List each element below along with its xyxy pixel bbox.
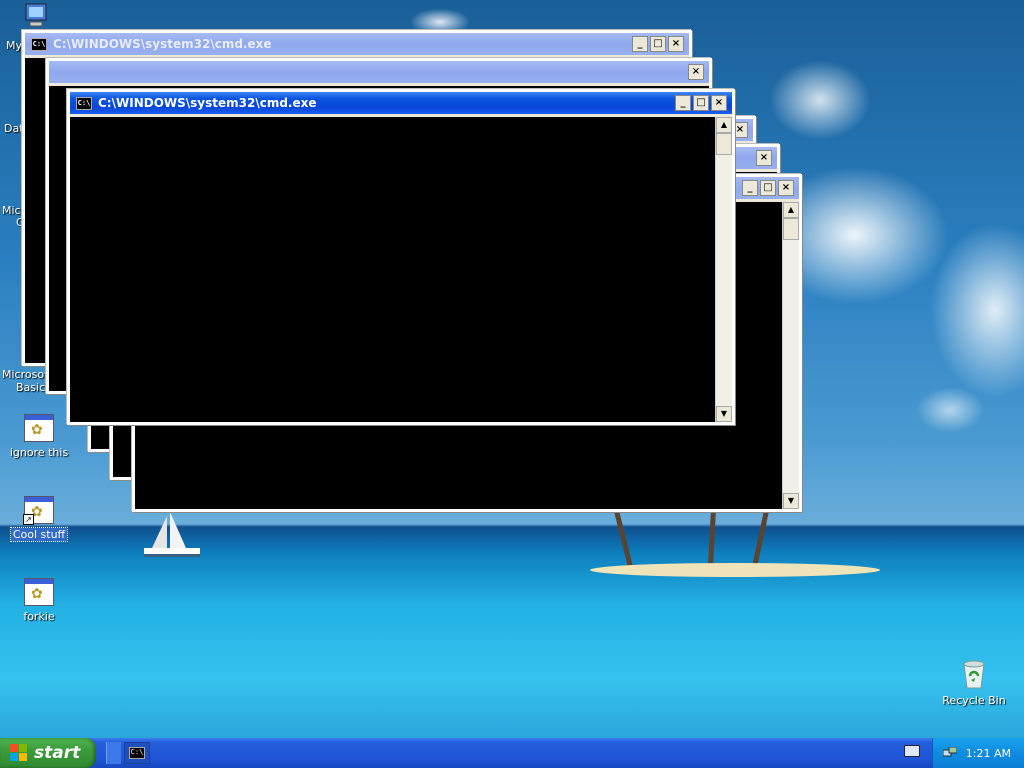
vertical-scrollbar[interactable]: ▲ ▼ — [782, 202, 799, 509]
computer-icon — [25, 3, 47, 27]
my-computer-icon[interactable] — [14, 2, 54, 33]
window-titlebar[interactable]: C:\ C:\WINDOWS\system32\cmd.exe _ □ × — [70, 92, 732, 114]
desktop-label-my: My — [6, 39, 23, 52]
minimize-button[interactable]: _ — [632, 36, 648, 52]
palm-tree — [708, 509, 716, 567]
close-button[interactable]: × — [688, 64, 704, 80]
scroll-thumb[interactable] — [783, 218, 799, 240]
clock[interactable]: 1:21 AM — [966, 747, 1011, 760]
recycle-bin-icon — [963, 660, 985, 689]
palm-tree — [752, 505, 770, 568]
palm-tree — [613, 506, 633, 568]
window-titlebar[interactable]: × — [49, 61, 709, 83]
maximize-button[interactable]: □ — [650, 36, 666, 52]
island — [590, 563, 880, 577]
program-icon: ✿ — [24, 414, 54, 442]
program-icon: ✿ — [24, 578, 54, 606]
vertical-scrollbar[interactable]: ▲ ▼ — [715, 117, 732, 422]
desktop-icon-label: Recycle Bin — [942, 694, 1006, 707]
minimize-button[interactable]: _ — [675, 95, 691, 111]
desktop-icon-forkie[interactable]: ✿ forkie — [1, 578, 77, 623]
program-shortcut-icon: ✿ ↗ — [23, 496, 54, 525]
window-title: C:\WINDOWS\system32\cmd.exe — [53, 37, 272, 51]
quick-launch-area[interactable] — [106, 742, 121, 764]
close-button[interactable]: × — [778, 180, 794, 196]
scroll-thumb[interactable] — [716, 133, 732, 155]
minimize-button[interactable]: _ — [742, 180, 758, 196]
scroll-down-button[interactable]: ▼ — [783, 493, 799, 509]
window-titlebar[interactable]: C:\ C:\WINDOWS\system32\cmd.exe _ □ × — [25, 33, 689, 55]
close-button[interactable]: × — [668, 36, 684, 52]
scroll-up-button[interactable]: ▲ — [783, 202, 799, 218]
desktop-icon-cool-stuff[interactable]: ✿ ↗ Cool stuff — [1, 496, 77, 542]
desktop-icon-recycle-bin[interactable]: Recycle Bin — [936, 658, 1012, 707]
scroll-down-button[interactable]: ▼ — [716, 406, 732, 422]
maximize-button[interactable]: □ — [760, 180, 776, 196]
console-area[interactable] — [70, 117, 715, 422]
desktop-label-basic: Basic — [16, 381, 46, 394]
sailboat — [144, 512, 200, 557]
cmd-icon: C:\ — [76, 96, 92, 110]
desktop-icon-label: ignore this — [9, 446, 69, 459]
window-title: C:\WINDOWS\system32\cmd.exe — [98, 96, 317, 110]
taskbar-item-cmd[interactable]: C:\ — [124, 742, 150, 764]
network-icon[interactable] — [943, 747, 957, 759]
taskbar: start C:\ 1:21 AM — [0, 738, 1024, 768]
desktop: My Dat Micro C Microsoft Basic ✿ ignore … — [0, 0, 1024, 738]
start-button[interactable]: start — [0, 738, 96, 768]
close-button[interactable]: × — [756, 150, 772, 166]
desktop-icon-ignore-this[interactable]: ✿ ignore this — [1, 414, 77, 459]
system-tray: 1:21 AM — [932, 738, 1024, 768]
desktop-icon-label: forkie — [23, 610, 55, 623]
close-button[interactable]: × — [711, 95, 727, 111]
desktop-icon-label: Cool stuff — [9, 527, 69, 542]
keyboard-icon[interactable] — [904, 745, 920, 757]
cmd-icon: C:\ — [129, 747, 145, 759]
cmd-window-active[interactable]: C:\ C:\WINDOWS\system32\cmd.exe _ □ × ▲ … — [67, 89, 735, 425]
shortcut-arrow-icon: ↗ — [23, 514, 34, 525]
start-label: start — [34, 743, 81, 763]
cmd-icon: C:\ — [31, 37, 47, 51]
desktop-label-dat: Dat — [4, 122, 24, 135]
maximize-button[interactable]: □ — [693, 95, 709, 111]
desktop-label-microsoft: Microsoft — [2, 368, 53, 381]
windows-flag-icon — [10, 744, 28, 762]
scroll-up-button[interactable]: ▲ — [716, 117, 732, 133]
